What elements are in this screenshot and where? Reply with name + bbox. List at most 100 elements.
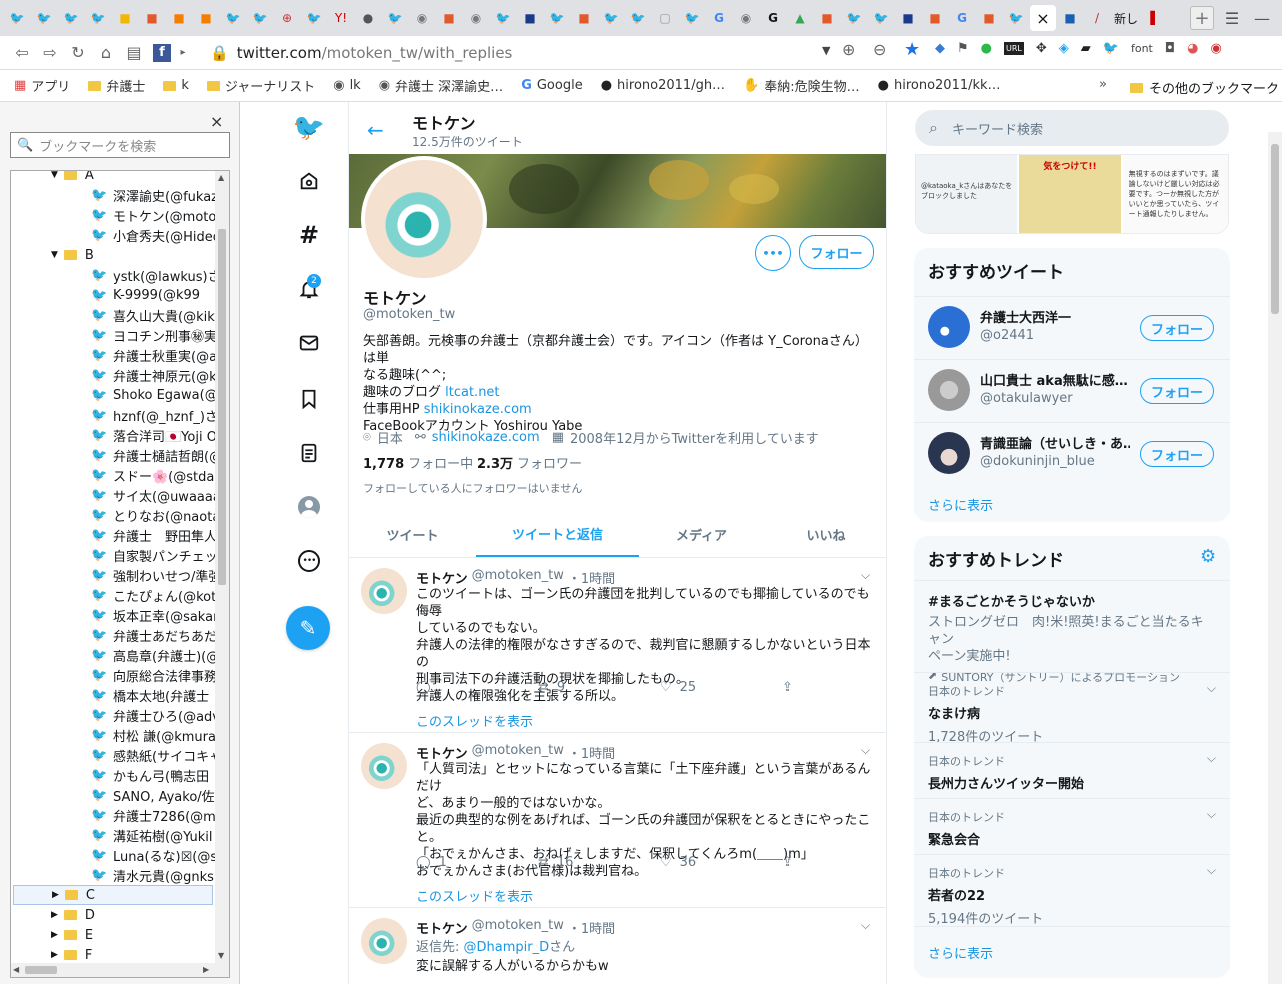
browser-tab[interactable]: Y! xyxy=(328,5,354,31)
expand-icon[interactable]: ▶ xyxy=(51,930,58,940)
following-stat[interactable]: 1,778 フォロー中 xyxy=(363,453,473,472)
scroll-up-icon[interactable]: ▲ xyxy=(218,173,224,182)
browser-tab[interactable]: ■ xyxy=(571,5,597,31)
browser-tab[interactable]: ■ xyxy=(139,5,165,31)
tweet-author[interactable]: モトケン xyxy=(416,743,468,762)
tree-bookmark[interactable]: 🐦 落合洋司🇯🇵Yoji O xyxy=(91,425,216,445)
lists-icon[interactable] xyxy=(296,440,322,466)
bookmark-item[interactable]: ● hirono2011/kk… xyxy=(878,78,1001,93)
url-ext-icon[interactable]: URL xyxy=(1004,42,1024,55)
browser-tab[interactable]: 🐦 xyxy=(1003,5,1029,31)
chevron-down-icon[interactable]: ⌵ xyxy=(861,918,870,933)
trend-item[interactable]: 日本のトレンド 長州力さんツイッター開始 ⌵ xyxy=(914,742,1230,798)
browser-tab[interactable]: ■ xyxy=(1057,5,1083,31)
tree-bookmark[interactable]: 🐦 かもん弓(鴨志田 xyxy=(91,765,216,785)
tree-bookmark[interactable]: 🐦 喜久山大貴(@kik xyxy=(91,305,216,325)
followers-stat[interactable]: 2.3万 フォロワー xyxy=(477,453,582,472)
retweet-button[interactable]: ⇄ 9 xyxy=(538,680,660,695)
user-avatar[interactable] xyxy=(928,306,970,348)
browser-tab[interactable]: ■ xyxy=(517,5,543,31)
chevron-down-icon[interactable]: ⌵ xyxy=(861,743,870,758)
tree-bookmark[interactable]: 🐦 K-9999(@k99 xyxy=(91,285,216,305)
reload-icon[interactable]: ↻ xyxy=(64,39,92,67)
search-input[interactable]: ⌕ キーワード検索 xyxy=(915,110,1229,146)
forward-icon[interactable]: ⇨ xyxy=(36,39,64,67)
tree-folder[interactable]: ▶ D xyxy=(51,905,216,925)
tree-bookmark[interactable]: 🐦 弁護士樋詰哲朗(@ xyxy=(91,445,216,465)
dropbox-icon[interactable]: ◈ xyxy=(1059,41,1069,56)
bookmark-item[interactable]: G Google xyxy=(521,78,583,93)
show-thread-link[interactable]: このスレッドを表示 xyxy=(416,886,533,905)
tree-folder[interactable]: ▼ B xyxy=(51,245,216,265)
explore-icon[interactable]: # xyxy=(296,221,322,249)
gear-icon[interactable]: ⚙ xyxy=(1200,546,1216,567)
more-options-button[interactable]: ••• xyxy=(755,235,791,271)
browser-tab[interactable]: ■ xyxy=(895,5,921,31)
tree-folder[interactable]: ▶ E xyxy=(51,925,216,945)
tree-bookmark[interactable]: 🐦こたぴょん(@kotac xyxy=(91,585,216,605)
more-icon[interactable]: ••• xyxy=(296,548,322,574)
tweet-author[interactable]: モトケン xyxy=(416,918,468,937)
browser-tab[interactable]: G xyxy=(760,5,786,31)
retweet-button[interactable]: ⇄ 16 xyxy=(538,855,660,870)
address-bar[interactable]: 🔒 twitter.com/motoken_tw/with_replies xyxy=(210,41,870,65)
reader-icon[interactable]: ▤ xyxy=(120,39,148,67)
tree-bookmark[interactable]: 🐦 村松 謙(@kmuran xyxy=(91,725,216,745)
scrollbar-thumb[interactable] xyxy=(1271,144,1279,314)
browser-tab[interactable]: 🐦 xyxy=(679,5,705,31)
browser-tab[interactable]: ■ xyxy=(166,5,192,31)
tree-bookmark[interactable]: 🐦 弁護士神原元(@k xyxy=(91,365,216,385)
browser-tab[interactable]: 🐦 xyxy=(382,5,408,31)
tree-bookmark[interactable]: 🐦ヨコチン刑事㊙実況 xyxy=(91,325,216,345)
follow-button[interactable]: フォロー xyxy=(1140,315,1214,341)
browser-tab[interactable]: G xyxy=(949,5,975,31)
tree-bookmark[interactable]: 🐦 小倉秀夫(@Hideo xyxy=(91,225,216,245)
back-arrow-icon[interactable]: ← xyxy=(367,118,384,142)
hp-link[interactable]: shikinokaze.com xyxy=(424,402,532,417)
tree-bookmark[interactable]: 🐦 弁護士 野田隼人 xyxy=(91,525,216,545)
share-button[interactable]: ⇪ xyxy=(782,855,793,870)
tree-folder[interactable]: ▼ A xyxy=(51,171,216,185)
scroll-left-icon[interactable]: ◀ xyxy=(13,965,19,974)
user-avatar[interactable] xyxy=(928,369,970,411)
bookmark-folder[interactable]: ジャーナリスト xyxy=(206,76,315,95)
browser-tab[interactable]: 🐦 xyxy=(868,5,894,31)
trend-item[interactable]: 日本のトレンド なまけ病 1,728件のツイート ⌵ xyxy=(914,672,1230,745)
lightbulb-icon[interactable]: ◘ xyxy=(1165,41,1175,56)
browser-tab[interactable]: ■ xyxy=(922,5,948,31)
tree-bookmark[interactable]: 🐦 深澤諭史(@fukaz xyxy=(91,185,216,205)
add-icon[interactable]: ⊕ xyxy=(842,40,855,59)
tree-bookmark[interactable]: 🐦 Shoko Egawa(@a xyxy=(91,385,216,405)
blog-link[interactable]: ltcat.net xyxy=(445,385,499,400)
tree-folder[interactable]: ▶ C xyxy=(13,885,213,905)
tab-media[interactable]: メディア xyxy=(639,512,764,557)
move-icon[interactable]: ✥ xyxy=(1036,41,1047,56)
chevron-down-icon[interactable]: ⌵ xyxy=(861,568,870,583)
tweet-author[interactable]: モトケン xyxy=(416,568,468,587)
bookmark-item[interactable]: ● hirono2011/gh… xyxy=(601,78,725,93)
font-ext-icon[interactable]: font xyxy=(1131,42,1153,55)
dropdown-icon[interactable]: ▼ xyxy=(822,44,830,57)
website-link[interactable]: shikinokaze.com xyxy=(432,430,540,445)
browser-tab[interactable]: 🐦 xyxy=(4,5,30,31)
tab-tweets-replies[interactable]: ツイートと返信 xyxy=(476,512,639,557)
recommended-user[interactable]: 弁護士大西洋一 @o2441 フォロー xyxy=(914,296,1230,359)
tree-bookmark[interactable]: 🐦 清水元貴(@gnks xyxy=(91,865,216,885)
bookmarks-overflow-icon[interactable]: » xyxy=(1099,77,1107,92)
promoted-trend[interactable]: #まるごとかそうじゃないか ストロングゼロ 肉!米!照英!まるごと当たるキャン … xyxy=(914,580,1230,684)
tree-bookmark[interactable]: 🐦 弁護士秋重実(@a xyxy=(91,345,216,365)
expand-icon[interactable]: ▼ xyxy=(51,250,58,260)
browser-tab[interactable]: ■ xyxy=(193,5,219,31)
show-more-link[interactable]: さらに表示 xyxy=(928,495,993,514)
expand-icon[interactable]: ▶ xyxy=(52,890,59,900)
expand-icon[interactable]: ▼ xyxy=(51,171,58,180)
tree-bookmark[interactable]: 🐦弁護士あだちあだち xyxy=(91,625,216,645)
bookmark-search-input[interactable]: 🔍 ブックマークを検索 xyxy=(10,132,230,158)
bookmark-item[interactable]: ◉ 弁護士 深澤諭史… xyxy=(379,76,503,95)
tweet-avatar[interactable] xyxy=(361,918,407,964)
browser-tab[interactable]: 🐦 xyxy=(490,5,516,31)
browser-tab[interactable]: ■ xyxy=(814,5,840,31)
tree-bookmark[interactable]: 🐦 向原総合法律事務 xyxy=(91,665,216,685)
star-icon[interactable]: ★ xyxy=(904,39,920,60)
like-button[interactable]: ♡ 25 xyxy=(660,680,782,695)
